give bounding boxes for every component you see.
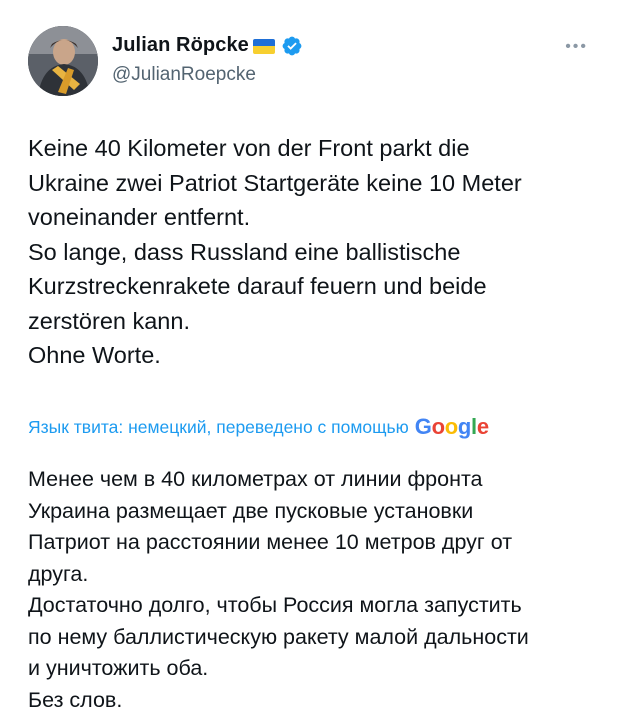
ukraine-flag-icon bbox=[252, 38, 275, 54]
tweet-text: Keine 40 Kilometer von der Front parkt d… bbox=[28, 135, 522, 368]
translation-label-row[interactable]: Язык твита: немецкий, переведено с помощ… bbox=[28, 414, 489, 440]
translation-label: Язык твита: немецкий, переведено с помощ… bbox=[28, 416, 409, 437]
avatar-photo-icon bbox=[28, 26, 98, 96]
google-logo-icon: Google bbox=[414, 414, 489, 439]
author-block: Julian Röpcke @JulianRoepcke bbox=[112, 30, 303, 86]
verified-badge-icon bbox=[282, 36, 302, 56]
author-display-name[interactable]: Julian Röpcke bbox=[112, 34, 249, 57]
more-options-icon[interactable]: ••• bbox=[565, 39, 588, 55]
author-handle[interactable]: @JulianRoepcke bbox=[112, 64, 303, 86]
avatar[interactable] bbox=[28, 26, 98, 96]
name-row: Julian Röpcke bbox=[112, 30, 303, 60]
tweet: Julian Röpcke @JulianRoepcke ••• Keine 4… bbox=[0, 0, 620, 726]
translated-text: Менее чем в 40 километрах от линии фронт… bbox=[28, 467, 529, 712]
